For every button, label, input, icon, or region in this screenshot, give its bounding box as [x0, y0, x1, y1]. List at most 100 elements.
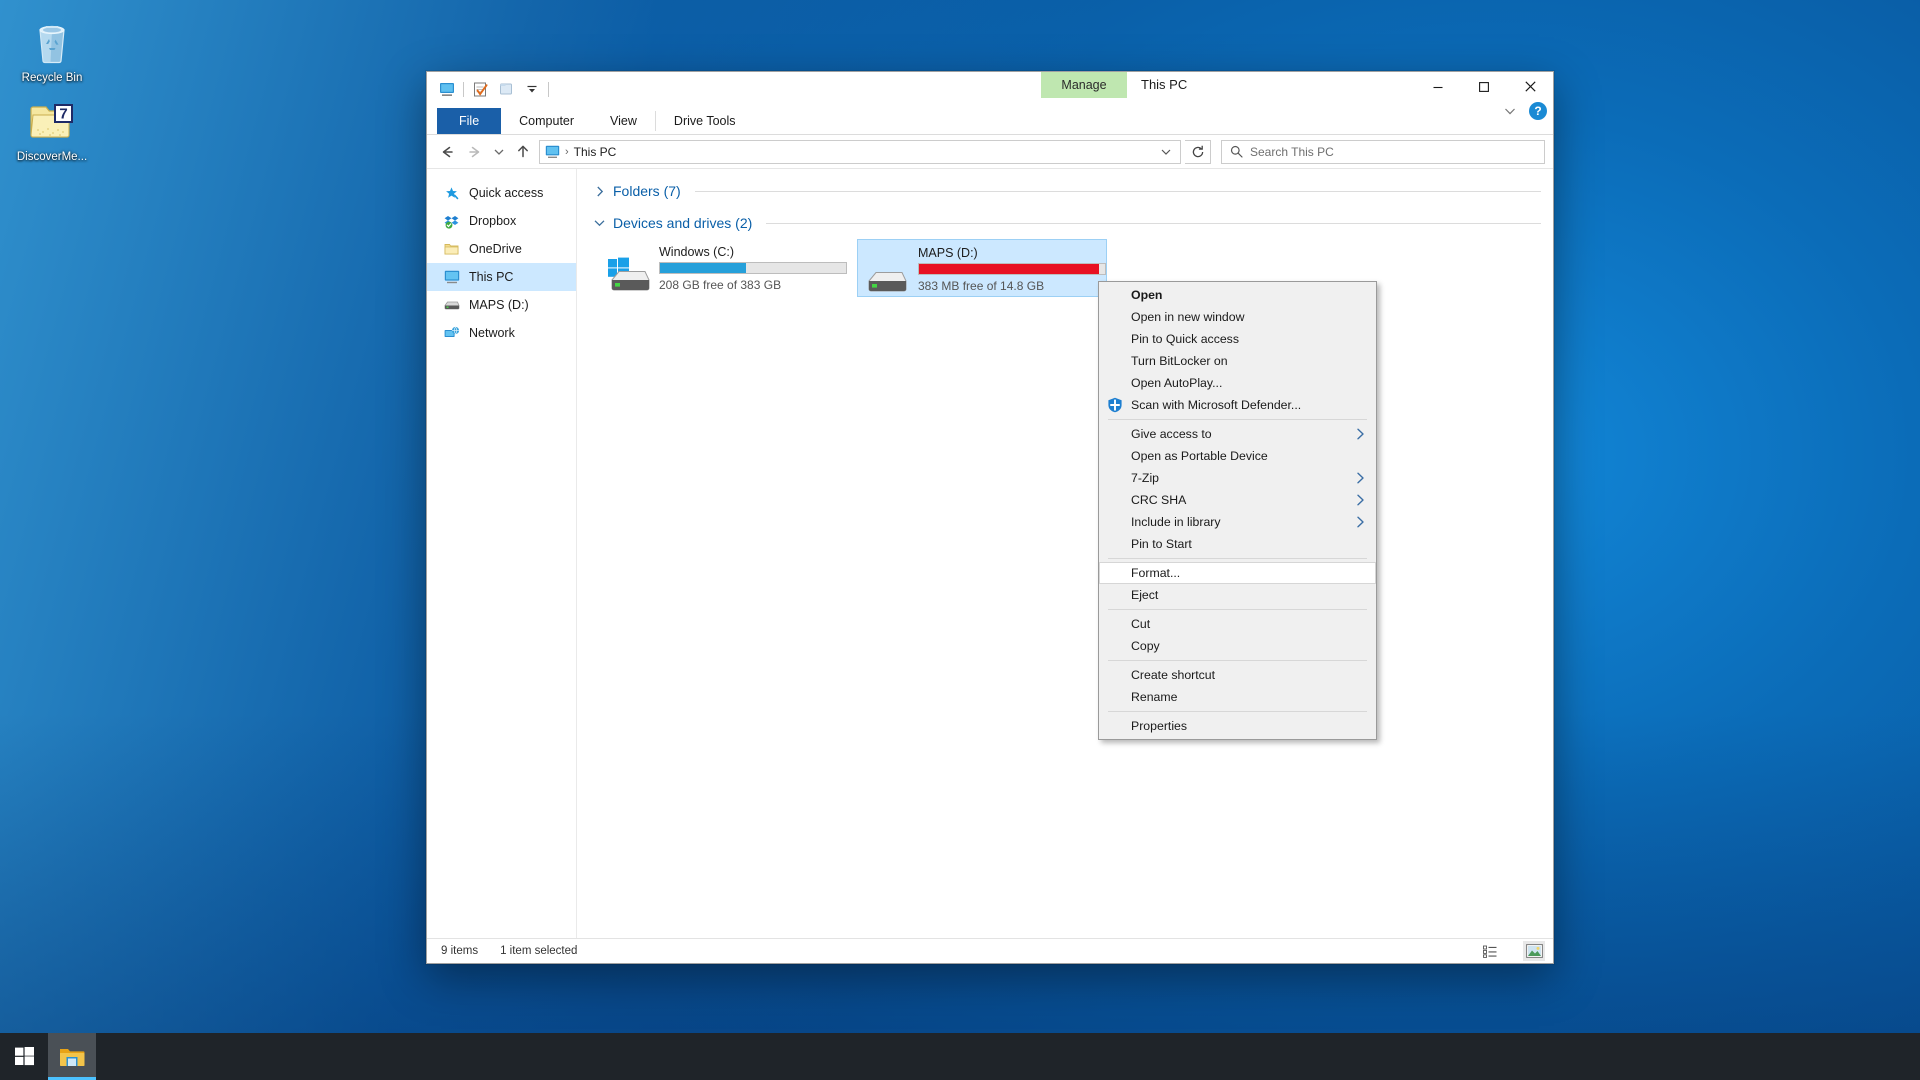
menu-item-rename[interactable]: Rename	[1099, 686, 1376, 708]
large-icons-view-button[interactable]	[1523, 941, 1545, 961]
sidebar-item-label: OneDrive	[469, 242, 522, 256]
menu-item-label: Format...	[1131, 566, 1181, 580]
menu-item-label: Include in library	[1131, 515, 1221, 529]
file-explorer-window: Manage This PC ? File Computer View Driv…	[426, 71, 1554, 964]
menu-item-turn-bitlocker-on[interactable]: Turn BitLocker on	[1099, 350, 1376, 372]
search-box[interactable]	[1221, 139, 1545, 164]
taskbar-item-file-explorer[interactable]	[48, 1033, 96, 1080]
menu-item-label: Rename	[1131, 690, 1178, 704]
ribbon-help-row: ?	[1501, 102, 1547, 120]
breadcrumb-this-pc-icon	[545, 145, 560, 159]
tab-drive-tools[interactable]: Drive Tools	[656, 108, 754, 134]
chevron-down-icon[interactable]	[1156, 141, 1176, 163]
group-header-folders[interactable]: Folders (7)	[593, 183, 1541, 199]
back-button[interactable]	[435, 140, 459, 164]
menu-item-icon-slot	[1099, 306, 1131, 328]
menu-item-7-zip[interactable]: 7-Zip	[1099, 467, 1376, 489]
explorer-body: Quick access Dropbox OneDrive This PC MA…	[427, 169, 1553, 938]
menu-item-scan-with-microsoft-defender[interactable]: Scan with Microsoft Defender...	[1099, 394, 1376, 416]
menu-item-eject[interactable]: Eject	[1099, 584, 1376, 606]
ribbon-tabstrip: File Computer View Drive Tools	[427, 108, 1553, 135]
help-button[interactable]: ?	[1529, 102, 1547, 120]
this-pc-icon[interactable]	[437, 79, 457, 99]
sidebar-item-label: Dropbox	[469, 214, 517, 228]
menu-item-pin-to-start[interactable]: Pin to Start	[1099, 533, 1376, 555]
start-button[interactable]	[0, 1033, 48, 1080]
contextual-tab-group: Manage	[1041, 72, 1127, 98]
drive-icon	[864, 253, 910, 299]
details-view-button[interactable]	[1479, 941, 1501, 961]
menu-separator	[1108, 419, 1367, 420]
menu-item-format[interactable]: Format...	[1099, 562, 1376, 584]
search-icon	[1230, 145, 1243, 158]
tab-view[interactable]: View	[592, 108, 655, 134]
forward-button[interactable]	[463, 140, 487, 164]
tab-file[interactable]: File	[437, 108, 502, 134]
file-explorer-icon	[59, 1046, 85, 1068]
quick-access-toolbar	[437, 78, 549, 100]
menu-item-label: Open in new window	[1131, 310, 1245, 324]
menu-item-include-in-library[interactable]: Include in library	[1099, 511, 1376, 533]
drive-tile-windows-c[interactable]: Windows (C:) 208 GB free of 383 GB	[599, 239, 849, 297]
contextual-tab-group-label: Manage	[1061, 78, 1107, 92]
menu-item-label: Pin to Start	[1131, 537, 1192, 551]
sidebar-item-onedrive[interactable]: OneDrive	[427, 235, 576, 263]
sidebar-item-dropbox[interactable]: Dropbox	[427, 207, 576, 235]
onedrive-folder-icon	[443, 241, 460, 258]
tab-computer[interactable]: Computer	[501, 108, 592, 134]
menu-item-label: 7-Zip	[1131, 471, 1160, 485]
menu-item-label: Eject	[1131, 588, 1159, 602]
menu-item-icon-slot	[1099, 511, 1131, 533]
maximize-button[interactable]	[1461, 72, 1507, 101]
sidebar-item-quick-access[interactable]: Quick access	[427, 179, 576, 207]
menu-item-open-autoplay[interactable]: Open AutoPlay...	[1099, 372, 1376, 394]
sidebar-item-this-pc[interactable]: This PC	[427, 263, 576, 291]
desktop-icon-label: Recycle Bin	[21, 72, 83, 84]
menu-separator	[1108, 660, 1367, 661]
desktop-background[interactable]: Recycle Bin 7 DiscoverMe... Manage This …	[0, 0, 1920, 1080]
chevron-right-icon[interactable]	[593, 186, 606, 197]
menu-item-open-in-new-window[interactable]: Open in new window	[1099, 306, 1376, 328]
recent-locations-button[interactable]	[491, 140, 507, 164]
search-input[interactable]	[1250, 144, 1536, 159]
file-list-area[interactable]: Folders (7) Devices and drives (2) Windo…	[577, 169, 1553, 938]
menu-item-crc-sha[interactable]: CRC SHA	[1099, 489, 1376, 511]
chevron-right-icon	[1352, 428, 1368, 440]
menu-item-label: CRC SHA	[1131, 493, 1187, 507]
sidebar-item-maps-d[interactable]: MAPS (D:)	[427, 291, 576, 319]
menu-item-cut[interactable]: Cut	[1099, 613, 1376, 635]
windows-drive-icon	[605, 252, 651, 298]
sidebar-item-network[interactable]: Network	[427, 319, 576, 347]
defender-shield-icon	[1099, 394, 1131, 416]
customize-dropdown-icon[interactable]	[522, 79, 542, 99]
menu-item-properties[interactable]: Properties	[1099, 715, 1376, 737]
up-button[interactable]	[511, 140, 535, 164]
window-titlebar[interactable]: Manage This PC ?	[427, 72, 1553, 120]
menu-item-label: Turn BitLocker on	[1131, 354, 1228, 368]
group-header-devices[interactable]: Devices and drives (2)	[593, 215, 1541, 231]
menu-item-icon-slot	[1099, 562, 1131, 584]
menu-item-pin-to-quick-access[interactable]: Pin to Quick access	[1099, 328, 1376, 350]
menu-item-copy[interactable]: Copy	[1099, 635, 1376, 657]
refresh-button[interactable]	[1185, 139, 1211, 164]
address-bar[interactable]: › This PC	[539, 139, 1181, 164]
address-bar-row: › This PC	[427, 135, 1553, 169]
desktop-icon-recycle-bin[interactable]: Recycle Bin	[6, 10, 98, 89]
minimize-button[interactable]	[1415, 72, 1461, 101]
menu-item-open-as-portable-device[interactable]: Open as Portable Device	[1099, 445, 1376, 467]
window-title: This PC	[1141, 77, 1188, 92]
close-button[interactable]	[1507, 72, 1553, 101]
chevron-down-icon[interactable]	[593, 219, 606, 227]
desktop-icon-discoverme[interactable]: 7 DiscoverMe...	[6, 89, 98, 168]
chevron-right-icon	[1352, 516, 1368, 528]
chevron-down-icon[interactable]	[1501, 102, 1519, 120]
new-folder-icon[interactable]	[496, 79, 516, 99]
drive-name: Windows (C:)	[659, 245, 735, 259]
menu-item-open[interactable]: Open	[1099, 284, 1376, 306]
menu-item-give-access-to[interactable]: Give access to	[1099, 423, 1376, 445]
breadcrumb[interactable]: This PC	[574, 145, 617, 159]
menu-item-create-shortcut[interactable]: Create shortcut	[1099, 664, 1376, 686]
properties-icon[interactable]	[470, 79, 490, 99]
drive-tile-maps-d[interactable]: MAPS (D:) 383 MB free of 14.8 GB	[857, 239, 1107, 297]
capacity-bar-fill	[919, 264, 1100, 274]
